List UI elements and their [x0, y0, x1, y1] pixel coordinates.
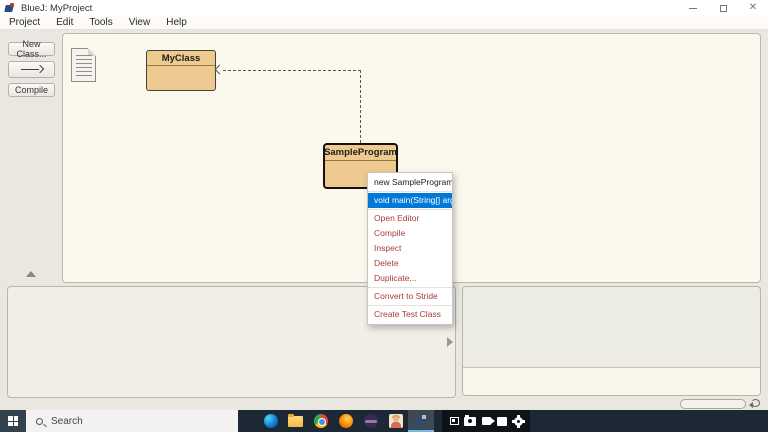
menu-separator — [368, 209, 452, 210]
taskbar-edge-icon[interactable] — [258, 410, 283, 432]
search-icon — [36, 418, 43, 425]
title-bar: BlueJ: MyProject ✕ — [0, 0, 768, 16]
start-button[interactable] — [0, 410, 26, 432]
search-placeholder: Search — [51, 416, 83, 427]
context-menu-item-compile[interactable]: Compile — [368, 226, 452, 241]
menu-separator — [368, 305, 452, 306]
uses-arrow-icon — [21, 66, 43, 73]
taskbar-firefox-icon[interactable] — [333, 410, 358, 432]
context-menu-item-convert-to-stride[interactable]: Convert to Stride — [368, 289, 452, 304]
bench-divider-arrow-icon[interactable] — [447, 337, 453, 347]
taskbar-bluej-active-icon[interactable] — [408, 410, 434, 432]
new-class-button[interactable]: New Class... — [8, 42, 55, 56]
close-button[interactable]: ✕ — [738, 0, 768, 16]
bluej-app-icon — [5, 3, 15, 13]
menu-separator — [368, 287, 452, 288]
window-title: BlueJ: MyProject — [21, 3, 92, 14]
minimize-button[interactable] — [678, 0, 708, 16]
expand-controls-toggle-icon[interactable] — [26, 271, 36, 277]
menu-view[interactable]: View — [129, 17, 151, 28]
uses-arrowhead-icon — [215, 65, 225, 75]
context-menu-item-new-constructor[interactable]: new SampleProgram() — [368, 175, 452, 190]
progress-bar — [680, 399, 746, 409]
restore-button[interactable] — [708, 0, 738, 16]
video-recorder-icon[interactable] — [478, 410, 494, 432]
uses-arrow-horizontal — [223, 70, 361, 71]
codepad[interactable] — [462, 286, 761, 396]
restore-icon — [720, 5, 727, 12]
reset-vm-button[interactable] — [750, 397, 762, 409]
screen-capture-icon[interactable] — [446, 410, 462, 432]
menu-project[interactable]: Project — [9, 17, 40, 28]
menu-separator — [368, 191, 452, 192]
windows-taskbar: Search 32°C Mostly cloudy — [0, 410, 768, 432]
readme-icon[interactable] — [71, 48, 96, 82]
menu-edit[interactable]: Edit — [56, 17, 73, 28]
class-myclass[interactable]: MyClass — [146, 50, 216, 91]
taskbar-chrome-icon[interactable] — [308, 410, 333, 432]
uses-arrow-vertical — [360, 70, 361, 143]
windows-logo-icon — [8, 416, 18, 426]
compile-button[interactable]: Compile — [8, 83, 55, 97]
menu-help[interactable]: Help — [166, 17, 187, 28]
window-capture-icon[interactable] — [494, 410, 510, 432]
context-menu-item-delete[interactable]: Delete — [368, 256, 452, 271]
taskbar-contacts-icon[interactable] — [383, 410, 408, 432]
context-menu-item-void-main-selected[interactable]: void main(String[] args) — [368, 193, 452, 208]
codepad-input-line[interactable] — [463, 367, 760, 395]
taskbar-file-explorer-icon[interactable] — [283, 410, 308, 432]
taskbar-search[interactable]: Search — [26, 410, 238, 432]
context-menu-item-create-test-class[interactable]: Create Test Class — [368, 307, 452, 322]
recorder-toolbar — [442, 410, 530, 432]
close-icon: ✕ — [749, 3, 757, 13]
menu-bar: Project Edit Tools View Help — [0, 16, 768, 30]
camera-icon[interactable] — [462, 410, 478, 432]
taskbar-purple-app-icon[interactable] — [358, 410, 383, 432]
minimize-icon — [689, 8, 697, 9]
context-menu-item-duplicate[interactable]: Duplicate... — [368, 271, 452, 286]
settings-gear-icon[interactable] — [510, 410, 526, 432]
uses-arrow-button[interactable] — [8, 61, 55, 78]
bluej-main-window: BlueJ: MyProject ✕ Project Edit Tools Vi… — [0, 0, 768, 432]
context-menu-item-inspect[interactable]: Inspect — [368, 241, 452, 256]
class-myclass-name: MyClass — [147, 51, 215, 66]
class-context-menu: new SampleProgram() void main(String[] a… — [367, 172, 453, 325]
context-menu-item-open-editor[interactable]: Open Editor — [368, 211, 452, 226]
menu-tools[interactable]: Tools — [89, 17, 112, 28]
class-sampleprogram-name: SampleProgram — [325, 145, 396, 161]
